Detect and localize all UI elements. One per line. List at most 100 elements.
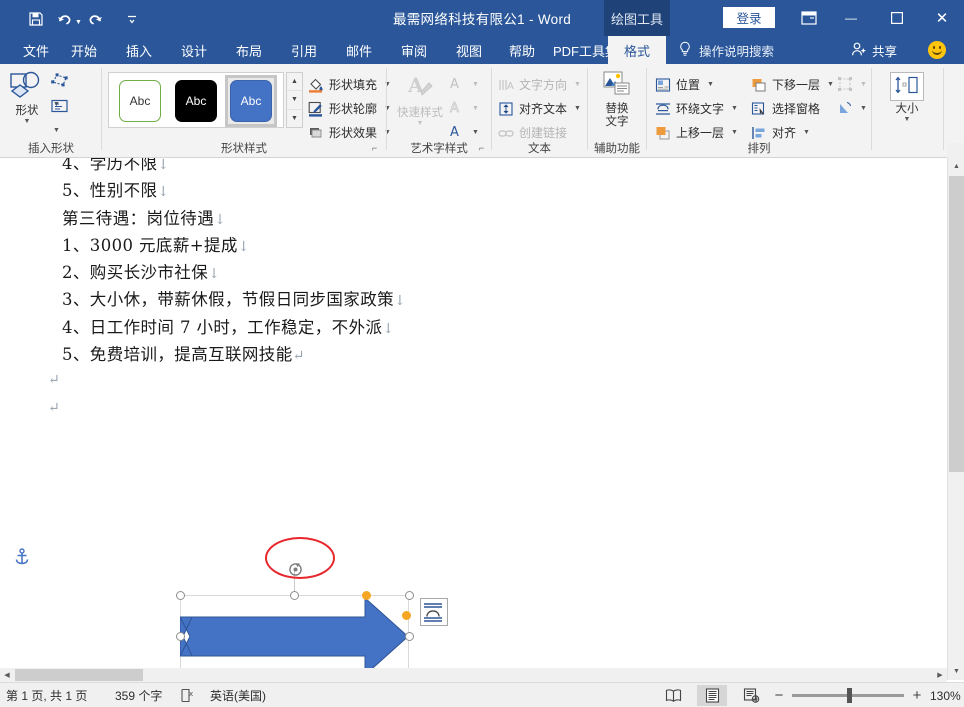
text-direction-caret[interactable]: ▼ (574, 81, 581, 88)
zoom-out-button[interactable]: − (770, 683, 788, 707)
group-objects-caret[interactable]: ▼ (860, 81, 867, 88)
wordart-quick-styles-caret[interactable]: ▼ (417, 120, 424, 127)
send-backward-button[interactable]: 下移一层 ▼ (751, 76, 834, 93)
gallery-scroll-up-icon[interactable]: ▲ (287, 73, 302, 92)
zoom-in-button[interactable]: + (908, 683, 926, 707)
proofing-errors-icon[interactable]: x (180, 683, 195, 707)
handle-top-center[interactable] (289, 590, 299, 600)
undo-dropdown-caret[interactable]: ▼ (75, 19, 82, 26)
minimize-button[interactable]: — (828, 0, 874, 36)
gallery-scroll-down-icon[interactable]: ▼ (287, 91, 302, 110)
text-fill-button[interactable]: A ▼ (449, 76, 479, 92)
undo-icon[interactable] (50, 8, 78, 30)
tab-help[interactable]: 帮助 (500, 36, 544, 64)
document-area[interactable]: 4、学历不限↓ 5、性别不限↓ 第三待遇：岗位待遇↓ 1、3000 元底薪+提成… (0, 158, 964, 683)
alt-text-button[interactable]: 替换 文字 (594, 70, 640, 129)
bring-forward-button[interactable]: 上移一层 ▼ (655, 124, 738, 141)
shapes-button[interactable]: 形状 ▼ (5, 70, 49, 125)
shape-effects-button[interactable]: 形状效果 ▼ (308, 124, 391, 141)
text-effects-caret[interactable]: ▼ (472, 129, 479, 136)
tab-format[interactable]: 格式 (608, 36, 666, 64)
text-effects-button[interactable]: A ▼ (449, 124, 479, 140)
scroll-down-icon[interactable]: ▼ (948, 663, 964, 680)
adjust-handle-1[interactable] (362, 590, 371, 600)
tab-references[interactable]: 引用 (282, 36, 326, 64)
tab-file[interactable]: 文件 (14, 36, 58, 64)
split-window-handle[interactable] (947, 143, 964, 158)
redo-icon[interactable] (82, 8, 110, 30)
shape-outline-button[interactable]: 形状轮廓 ▼ (308, 100, 391, 117)
shape-styles-gallery[interactable]: Abc Abc Abc (108, 72, 284, 128)
wrap-text-caret[interactable]: ▼ (731, 105, 738, 112)
shape-style-2[interactable]: Abc (175, 80, 217, 122)
layout-options-icon[interactable] (420, 598, 448, 626)
tab-review[interactable]: 审阅 (392, 36, 436, 64)
tab-home[interactable]: 开始 (62, 36, 106, 64)
vertical-scroll-thumb[interactable] (949, 176, 964, 472)
size-dropdown-caret[interactable]: ▼ (904, 116, 911, 123)
ribbon-display-options-icon[interactable] (795, 7, 823, 29)
right-arrow-shape[interactable] (180, 595, 409, 678)
scroll-right-icon[interactable]: ▶ (933, 668, 947, 682)
rotate-objects-caret[interactable]: ▼ (860, 105, 867, 112)
text-box-caret[interactable]: ▼ (53, 127, 60, 134)
position-caret[interactable]: ▼ (707, 81, 714, 88)
tab-layout[interactable]: 布局 (227, 36, 271, 64)
handle-top-right[interactable] (404, 590, 414, 600)
text-fill-caret[interactable]: ▼ (472, 81, 479, 88)
bring-forward-caret[interactable]: ▼ (731, 129, 738, 136)
text-outline-caret[interactable]: ▼ (472, 105, 479, 112)
tell-me-search[interactable]: 操作说明搜索 (678, 36, 774, 64)
close-button[interactable]: ✕ (920, 0, 964, 36)
zoom-slider-thumb[interactable] (847, 688, 852, 703)
horizontal-scroll-thumb[interactable] (15, 669, 143, 681)
scroll-up-icon[interactable]: ▲ (948, 158, 964, 175)
position-button[interactable]: 位置 ▼ (655, 76, 714, 93)
text-box-button[interactable]: ▼ (50, 98, 84, 137)
share-button[interactable]: 共享 (851, 36, 897, 64)
vertical-scrollbar[interactable]: ▲ ▼ (947, 158, 964, 680)
rotate-objects-button[interactable]: ▼ (837, 100, 867, 116)
selected-shape-container[interactable] (175, 537, 448, 683)
align-objects-button[interactable]: 对齐 ▼ (751, 124, 810, 141)
handle-top-left[interactable] (175, 590, 185, 600)
shape-styles-spinner[interactable]: ▲ ▼ ▼ (286, 72, 303, 128)
align-objects-caret[interactable]: ▼ (803, 129, 810, 136)
page-info[interactable]: 第 1 页, 共 1 页 (6, 683, 87, 707)
sign-in-button[interactable]: 登录 (723, 7, 775, 28)
adjust-handle-2[interactable] (402, 611, 411, 620)
text-outline-button[interactable]: A ▼ (449, 100, 479, 117)
size-button[interactable]: 大小 ▼ (886, 72, 928, 123)
horizontal-scrollbar[interactable]: ◀ ▶ (0, 668, 947, 682)
read-mode-icon[interactable] (658, 685, 688, 706)
selection-pane-button[interactable]: 选择窗格 (751, 100, 820, 117)
tab-insert[interactable]: 插入 (117, 36, 161, 64)
wordart-quick-styles-button[interactable]: A 快速样式 ▼ (393, 72, 447, 127)
web-layout-icon[interactable] (736, 685, 766, 706)
handle-middle-right[interactable] (404, 631, 414, 641)
zoom-level[interactable]: 130% (930, 683, 961, 707)
tab-design[interactable]: 设计 (172, 36, 216, 64)
scroll-left-icon[interactable]: ◀ (0, 668, 14, 682)
shape-style-3[interactable]: Abc (230, 80, 272, 122)
maximize-button[interactable] (874, 0, 920, 36)
language-status[interactable]: 英语(美国) (210, 683, 266, 707)
align-text-button[interactable]: 对齐文本 ▼ (498, 100, 581, 117)
qat-more-icon[interactable] (118, 8, 146, 30)
align-text-caret[interactable]: ▼ (574, 105, 581, 112)
print-layout-icon[interactable] (697, 685, 727, 706)
shapes-dropdown-caret[interactable]: ▼ (24, 118, 31, 125)
smiley-icon[interactable] (928, 41, 946, 59)
word-count[interactable]: 359 个字 (115, 683, 162, 707)
tab-view[interactable]: 视图 (447, 36, 491, 64)
handle-middle-left[interactable] (175, 631, 185, 641)
shape-style-1[interactable]: Abc (119, 80, 161, 122)
send-backward-caret[interactable]: ▼ (827, 81, 834, 88)
text-direction-button[interactable]: A 文字方向 ▼ (498, 76, 581, 93)
document-page[interactable]: 4、学历不限↓ 5、性别不限↓ 第三待遇：岗位待遇↓ 1、3000 元底薪+提成… (14, 158, 933, 665)
save-icon[interactable] (22, 8, 50, 30)
zoom-slider[interactable] (792, 688, 904, 703)
group-objects-button[interactable]: ▼ (837, 76, 867, 92)
create-link-button[interactable]: 创建链接 (498, 124, 567, 141)
wrap-text-button[interactable]: 环绕文字 ▼ (655, 100, 738, 117)
